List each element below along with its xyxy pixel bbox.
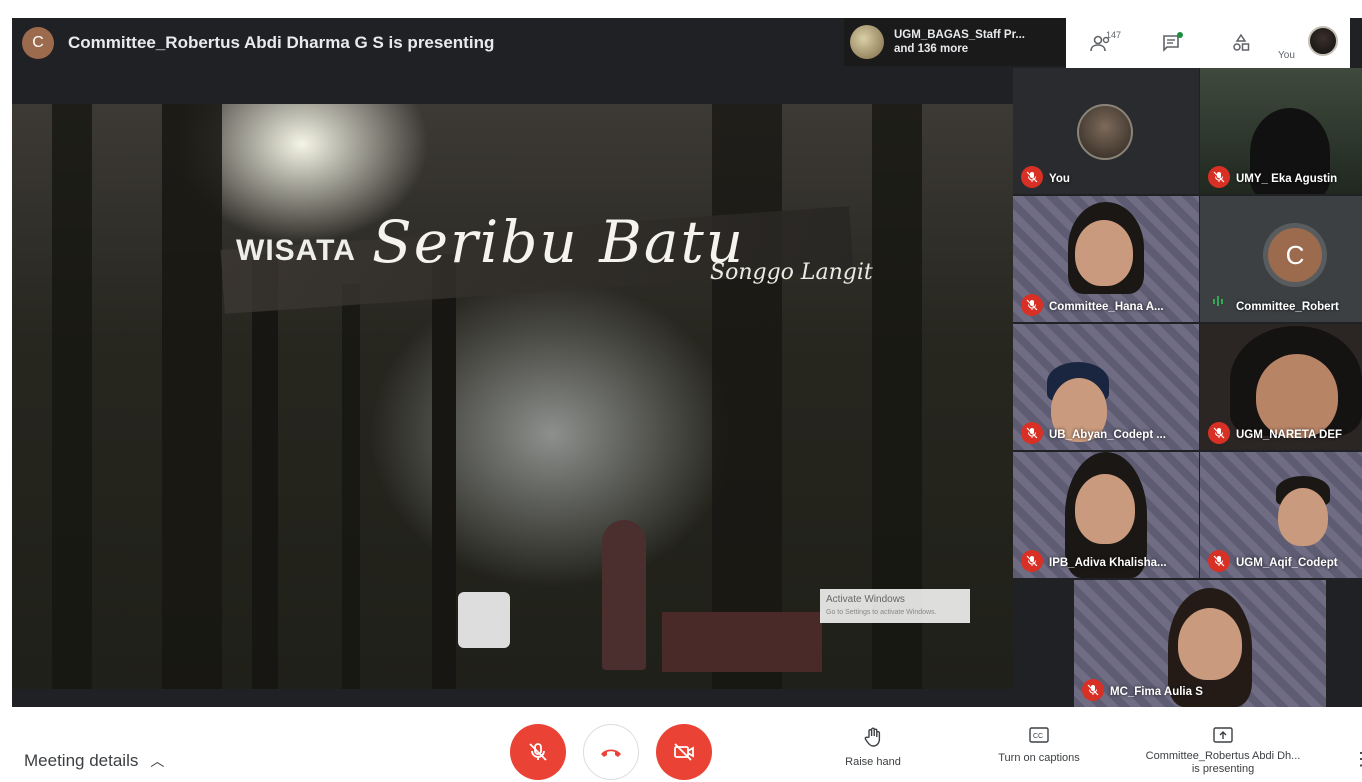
participant-tile[interactable]: C Committee_Robert	[1200, 196, 1362, 322]
meeting-details-button[interactable]: Meeting details ︿	[24, 751, 164, 771]
top-right-controls: 147 You	[1066, 18, 1350, 68]
mic-off-icon	[1082, 679, 1104, 701]
participants-chip[interactable]: UGM_BAGAS_Staff Pr... and 136 more	[844, 18, 1070, 66]
sign-wisata-text: WISATA	[236, 234, 356, 267]
person	[602, 520, 646, 670]
sign-sub-text: Songgo Langit	[710, 260, 873, 285]
shared-screen: WISATA Seribu Batu Songgo Langit Activat…	[12, 104, 1013, 689]
activities-button[interactable]	[1206, 18, 1276, 68]
mic-off-icon	[1021, 550, 1043, 572]
microphone-toggle-button[interactable]	[510, 724, 566, 780]
camera-toggle-button[interactable]	[656, 724, 712, 780]
bottom-controls: Meeting details ︿ Raise hand CC Turn on …	[0, 707, 1362, 782]
participant-tile[interactable]: IPB_Adiva Khalisha...	[1013, 452, 1199, 578]
people-count: 147	[1106, 30, 1122, 40]
mic-off-icon	[1208, 550, 1230, 572]
tile-name: IPB_Adiva Khalisha...	[1049, 557, 1167, 569]
tile-name: UMY_ Eka Agustin	[1236, 173, 1338, 185]
meeting-details-label: Meeting details	[24, 751, 139, 770]
participant-tile[interactable]: UMY_ Eka Agustin	[1200, 68, 1362, 194]
mic-off-icon	[1208, 422, 1230, 444]
mic-off-icon	[1021, 422, 1043, 444]
participant-avatar	[850, 25, 884, 59]
participants-chip-name: UGM_BAGAS_Staff Pr...	[894, 29, 1025, 41]
captions-icon: CC	[1029, 727, 1049, 743]
fence	[662, 612, 822, 672]
participant-avatar: C	[1268, 228, 1322, 282]
chevron-up-icon: ︿	[150, 753, 165, 769]
presenting-button[interactable]: Committee_Robertus Abdi Dh... is present…	[1118, 727, 1328, 776]
tile-name: MC_Fima Aulia S	[1110, 686, 1203, 698]
raise-hand-label: Raise hand	[845, 756, 901, 768]
svg-text:CC: CC	[1033, 733, 1043, 740]
captions-label: Turn on captions	[998, 752, 1080, 764]
sign-main-text: Seribu Batu	[372, 208, 746, 276]
present-screen-icon	[1213, 727, 1233, 743]
tile-name: You	[1049, 173, 1070, 185]
meeting-stage: C Committee_Robertus Abdi Dharma G S is …	[12, 18, 1362, 707]
self-avatar	[1308, 26, 1338, 56]
activate-title: Activate Windows	[826, 594, 905, 605]
shapes-icon	[1233, 34, 1250, 51]
tile-name: UGM_Aqif_Codept	[1236, 557, 1338, 569]
captions-button[interactable]: CC Turn on captions	[980, 727, 1098, 765]
activate-subtitle: Go to Settings to activate Windows.	[826, 609, 937, 616]
more-options-icon[interactable]: ⋮	[1352, 749, 1362, 770]
mic-off-icon	[1208, 166, 1230, 188]
chat-notification-dot	[1177, 32, 1183, 38]
presenting-status: is presenting	[1191, 763, 1255, 775]
camera-off-icon	[674, 743, 694, 761]
self-view[interactable]: You	[1276, 18, 1346, 68]
people-button[interactable]: 147	[1066, 18, 1136, 68]
participant-tile[interactable]: UGM_Aqif_Codept	[1200, 452, 1362, 578]
hang-up-icon	[601, 749, 621, 757]
mic-off-icon	[1021, 294, 1043, 316]
activate-windows-watermark: Activate Windows Go to Settings to activ…	[820, 589, 970, 623]
speaking-indicator-icon	[1212, 294, 1224, 312]
hand-icon	[864, 727, 881, 747]
tile-name: Committee_Hana A...	[1049, 301, 1164, 313]
participant-tile[interactable]: You	[1013, 68, 1199, 194]
presenting-name: Committee_Robertus Abdi Dh...	[1145, 750, 1301, 762]
presenter-bar: C Committee_Robertus Abdi Dharma G S is …	[12, 18, 842, 68]
mic-off-icon	[1021, 166, 1043, 188]
leave-call-button[interactable]	[583, 724, 639, 780]
participants-chip-more: and 136 more	[894, 43, 969, 55]
mic-off-icon	[529, 743, 547, 761]
participant-tile[interactable]: UGM_NARETA DEF	[1200, 324, 1362, 450]
chat-button[interactable]	[1136, 18, 1206, 68]
participant-tile[interactable]: Committee_Hana A...	[1013, 196, 1199, 322]
tile-name: Committee_Robert	[1236, 301, 1339, 313]
participant-tile[interactable]: UB_Abyan_Codept ...	[1013, 324, 1199, 450]
car	[458, 592, 510, 648]
tile-name: UB_Abyan_Codept ...	[1049, 429, 1166, 441]
tile-name: UGM_NARETA DEF	[1236, 429, 1343, 441]
raise-hand-button[interactable]: Raise hand	[838, 727, 908, 769]
participant-tile[interactable]: MC_Fima Aulia S	[1074, 580, 1326, 707]
presenter-label: Committee_Robertus Abdi Dharma G S is pr…	[68, 33, 495, 52]
presenter-avatar: C	[22, 27, 54, 59]
you-avatar	[1077, 104, 1133, 160]
self-label: You	[1278, 50, 1295, 61]
